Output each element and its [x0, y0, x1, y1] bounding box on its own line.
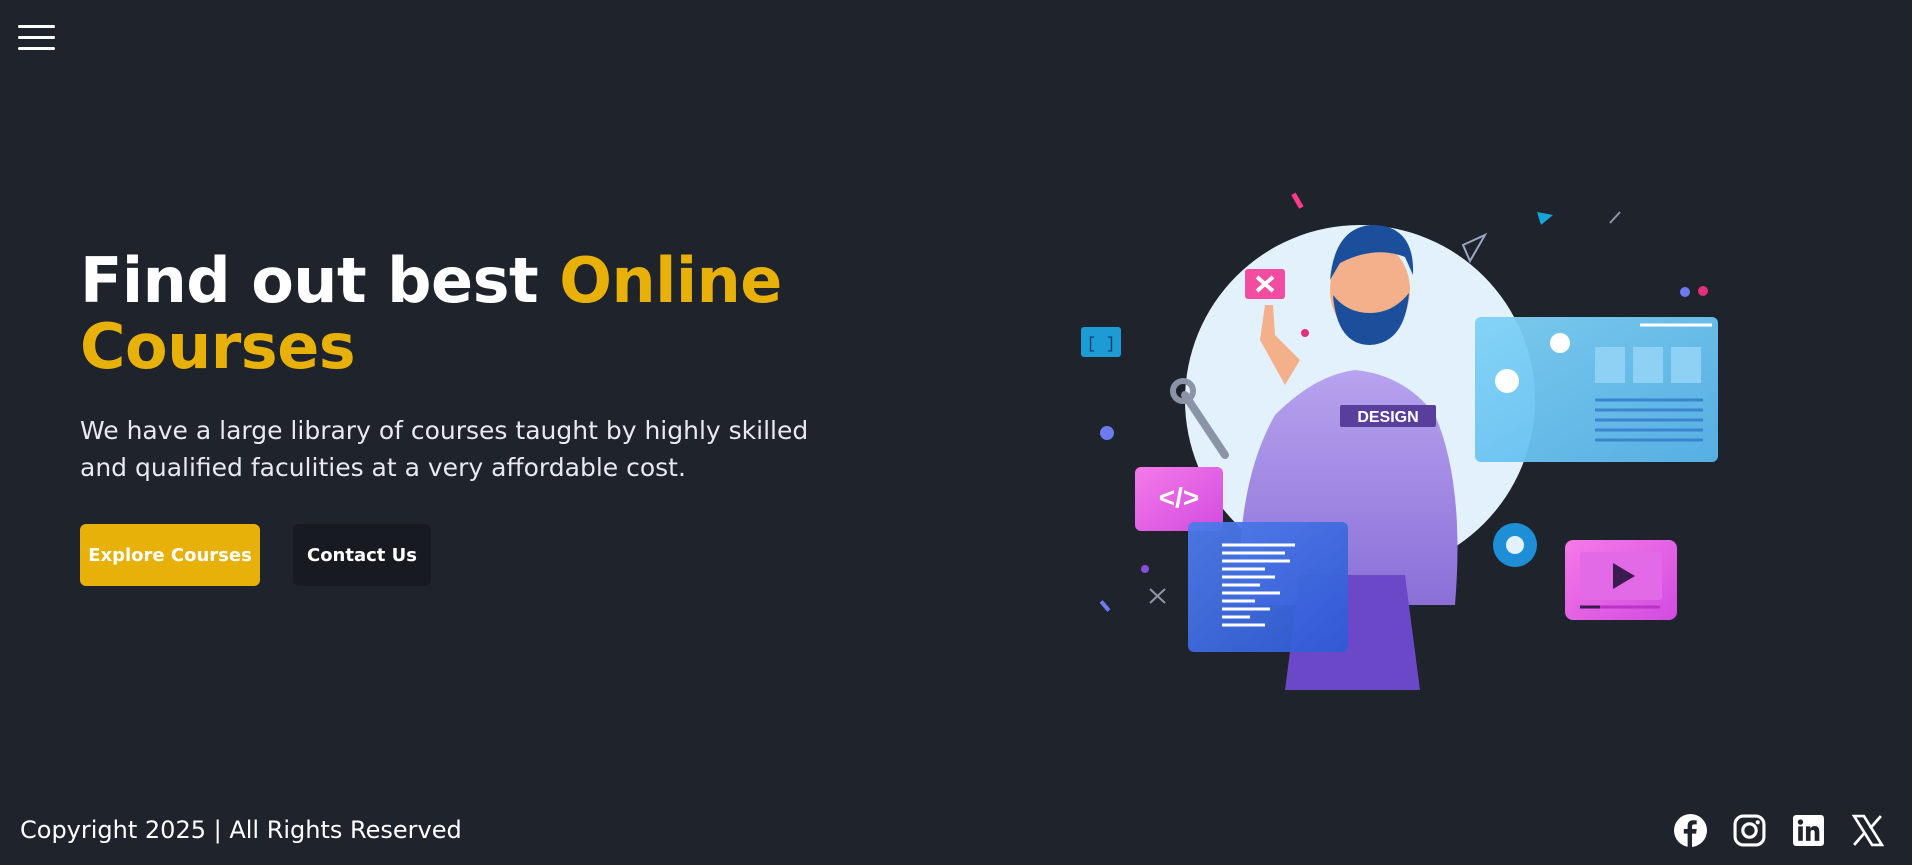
hero-title: Find out best Online Courses [80, 248, 880, 380]
hamburger-menu-icon[interactable] [18, 24, 56, 54]
hero-buttons: Explore Courses Contact Us [80, 524, 880, 586]
x-icon[interactable] [1851, 814, 1884, 847]
design-badge-text: DESIGN [1357, 409, 1418, 426]
contact-us-button[interactable]: Contact Us [293, 524, 431, 586]
menu-bar [18, 47, 55, 50]
designer-illustration-image: [ ] DESIGN </> [1081, 192, 1718, 690]
hero-title-text: Find out best [80, 244, 560, 317]
social-links [1674, 813, 1884, 847]
hero-subtitle: We have a large library of courses taugh… [80, 416, 809, 482]
copyright-text: Copyright 2025 | All Rights Reserved [20, 816, 462, 844]
bracket-text: [ ] [1087, 335, 1116, 353]
svg-text:</>: </> [1159, 482, 1199, 513]
hero-section: Find out best Online Courses We have a l… [80, 248, 880, 586]
linkedin-icon[interactable] [1792, 814, 1825, 847]
hero-illustration: [ ] DESIGN </> [1075, 185, 1725, 695]
menu-bar [18, 36, 55, 39]
footer: Copyright 2025 | All Rights Reserved [0, 805, 1912, 855]
instagram-icon[interactable] [1733, 814, 1766, 847]
explore-courses-button[interactable]: Explore Courses [80, 524, 260, 586]
menu-bar [18, 25, 55, 28]
facebook-icon[interactable] [1674, 813, 1707, 847]
